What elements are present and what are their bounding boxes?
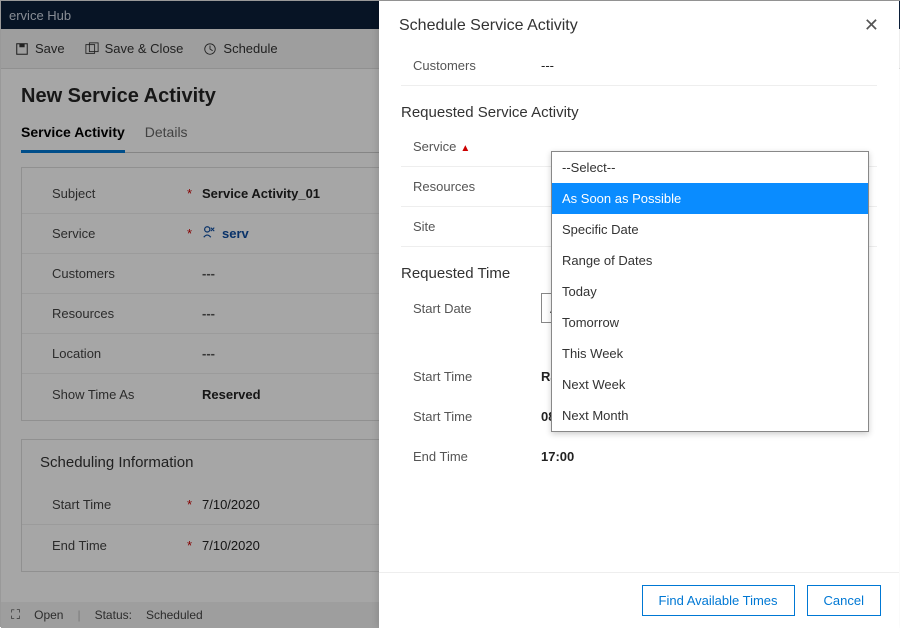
value-location: ---: [202, 346, 215, 361]
cancel-button[interactable]: Cancel: [807, 585, 881, 616]
panel-row-endtime: End Time 17:00: [401, 436, 877, 476]
schedule-button[interactable]: Schedule: [203, 41, 277, 56]
save-close-button[interactable]: Save & Close: [85, 41, 184, 56]
panel-label-resources: Resources: [401, 179, 541, 194]
label-showtimeas: Show Time As: [52, 387, 202, 402]
label-service: Service: [52, 226, 95, 241]
value-endtime: 7/10/2020: [202, 538, 260, 553]
dropdown-item[interactable]: Tomorrow: [552, 307, 868, 338]
value-starttime: 7/10/2020: [202, 497, 260, 512]
panel-label-customers: Customers: [401, 58, 541, 73]
dropdown-item[interactable]: As Soon as Possible: [552, 183, 868, 214]
required-marker: *: [187, 226, 192, 241]
panel-label-site: Site: [401, 219, 541, 234]
status-separator: |: [77, 608, 80, 622]
startdate-dropdown[interactable]: --Select--As Soon as PossibleSpecific Da…: [551, 151, 869, 432]
label-starttime: Start Time: [52, 497, 111, 512]
dropdown-item[interactable]: --Select--: [552, 152, 868, 183]
panel-row-customers: Customers ---: [401, 46, 877, 86]
schedule-icon: [203, 42, 217, 56]
dropdown-item[interactable]: Specific Date: [552, 214, 868, 245]
value-subject: Service Activity_01: [202, 186, 320, 201]
service-icon: [202, 225, 216, 242]
panel-label-startdate: Start Date: [401, 301, 541, 316]
panel-header: Schedule Service Activity ✕: [379, 1, 899, 46]
value-service: serv: [202, 225, 249, 242]
save-icon: [15, 42, 29, 56]
tab-service-activity[interactable]: Service Activity: [21, 118, 125, 153]
panel-label-starttime: Start Time: [401, 409, 541, 424]
save-close-label: Save & Close: [105, 41, 184, 56]
panel-section-reqsvc: Requested Service Activity: [401, 104, 877, 121]
app-title: ervice Hub: [9, 8, 71, 23]
dropdown-item[interactable]: Next Month: [552, 400, 868, 431]
label-subject: Subject: [52, 186, 95, 201]
save-close-icon: [85, 42, 99, 56]
panel-value-endtime: 17:00: [541, 449, 574, 464]
panel-title: Schedule Service Activity: [399, 17, 578, 35]
panel-value-customers: ---: [541, 58, 554, 73]
panel-body[interactable]: Customers --- Requested Service Activity…: [379, 46, 899, 572]
required-marker: ▲: [460, 143, 470, 154]
dropdown-item[interactable]: Today: [552, 276, 868, 307]
dropdown-item[interactable]: Range of Dates: [552, 245, 868, 276]
value-showtimeas: Reserved: [202, 387, 261, 402]
label-customers: Customers: [52, 266, 202, 281]
find-times-button[interactable]: Find Available Times: [642, 585, 795, 616]
required-marker: *: [187, 538, 192, 553]
dropdown-item[interactable]: This Week: [552, 338, 868, 369]
close-button[interactable]: ✕: [864, 15, 879, 36]
status-value: Scheduled: [146, 608, 203, 622]
dropdown-item[interactable]: Next Week: [552, 369, 868, 400]
value-resources: ---: [202, 306, 215, 321]
schedule-label: Schedule: [223, 41, 277, 56]
status-label: Status:: [95, 608, 132, 622]
schedule-panel: Schedule Service Activity ✕ Customers --…: [379, 1, 899, 628]
label-resources: Resources: [52, 306, 202, 321]
value-customers: ---: [202, 266, 215, 281]
panel-label-starttime-range: Start Time: [401, 369, 541, 384]
expand-icon[interactable]: ⛶: [11, 607, 20, 623]
status-open: Open: [34, 608, 63, 622]
label-endtime: End Time: [52, 538, 107, 553]
close-icon: ✕: [864, 15, 879, 35]
label-location: Location: [52, 346, 202, 361]
required-marker: *: [187, 497, 192, 512]
status-bar: ⛶ Open | Status: Scheduled: [1, 602, 381, 628]
tab-details[interactable]: Details: [145, 118, 188, 152]
save-button[interactable]: Save: [15, 41, 65, 56]
save-label: Save: [35, 41, 65, 56]
panel-label-service: Service▲: [401, 139, 541, 154]
required-marker: *: [187, 186, 192, 201]
panel-label-endtime: End Time: [401, 449, 541, 464]
panel-footer: Find Available Times Cancel: [379, 572, 899, 628]
